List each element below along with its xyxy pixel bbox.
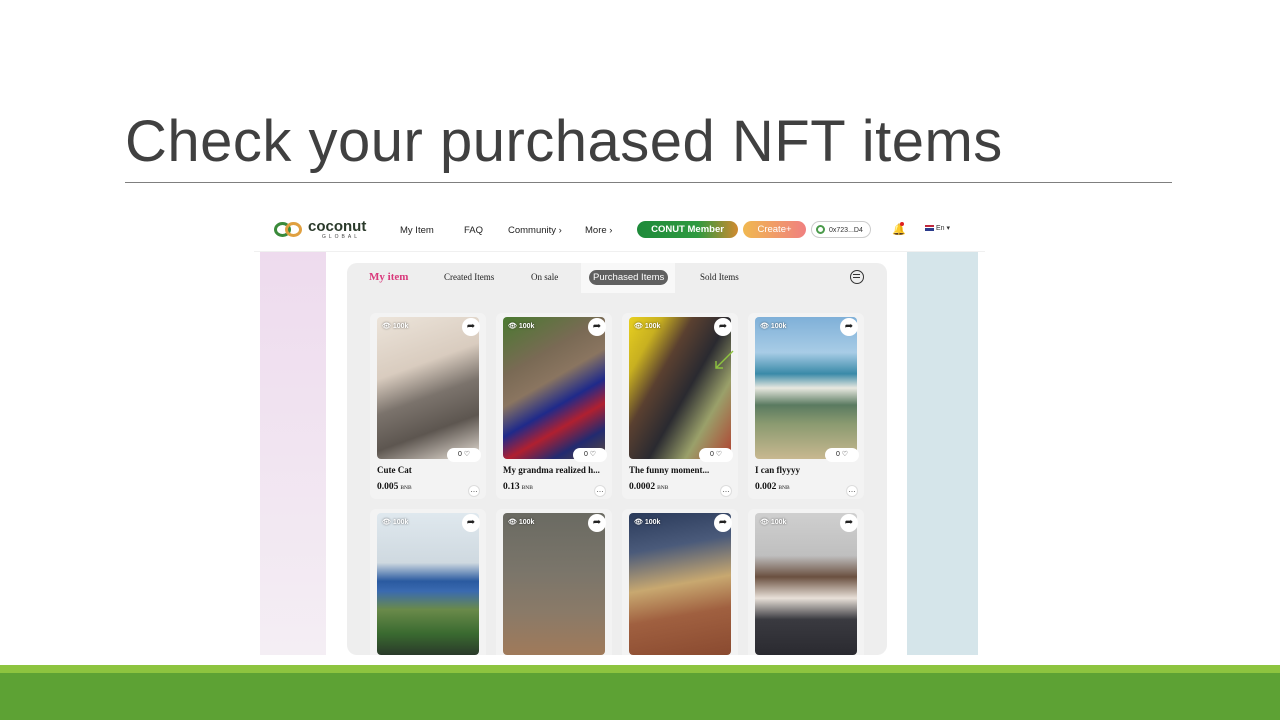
nav-more[interactable]: More › xyxy=(585,225,612,236)
views-count: 👁 100k xyxy=(760,323,787,330)
nft-card[interactable]: 👁 100k ➦ 0 ♡ My grandma realized h... 0.… xyxy=(496,313,612,499)
more-options-icon[interactable]: … xyxy=(846,485,858,497)
my-item-heading: My item xyxy=(369,271,409,283)
nft-price: 0.002 BNB xyxy=(755,482,790,492)
nft-thumbnail[interactable] xyxy=(503,317,605,459)
nft-name: Cute Cat xyxy=(377,465,412,475)
nft-thumbnail[interactable] xyxy=(755,513,857,655)
nav-faq[interactable]: FAQ xyxy=(464,225,483,236)
nft-thumbnail[interactable] xyxy=(377,513,479,655)
title-divider xyxy=(125,182,1172,183)
share-icon[interactable]: ➦ xyxy=(462,318,480,336)
my-item-panel: My item Created Items On sale Purchased … xyxy=(347,263,887,655)
nft-card[interactable]: 👁 100k ➦ xyxy=(622,509,738,655)
like-button[interactable]: 0 ♡ xyxy=(573,448,607,462)
page-background-left xyxy=(260,252,326,655)
nft-name: The funny moment... xyxy=(629,465,710,475)
slide-title: Check your purchased NFT items xyxy=(125,109,1003,174)
share-icon[interactable]: ➦ xyxy=(840,514,858,532)
tab-on-sale[interactable]: On sale xyxy=(531,272,558,282)
coconut-logo-icon xyxy=(274,220,304,240)
views-count: 👁 100k xyxy=(382,519,409,526)
nft-thumbnail[interactable] xyxy=(503,513,605,655)
footer-band xyxy=(0,673,1280,720)
logo-subtitle: GLOBAL xyxy=(322,234,361,240)
notification-badge xyxy=(900,222,904,226)
views-count: 👁 100k xyxy=(508,519,535,526)
nft-card[interactable]: 👁 100k ➦ xyxy=(370,509,486,655)
like-button[interactable]: 0 ♡ xyxy=(447,448,481,462)
top-navbar: coconut GLOBAL My Item FAQ Community › M… xyxy=(254,211,985,252)
app-screenshot: coconut GLOBAL My Item FAQ Community › M… xyxy=(254,211,985,655)
more-options-icon[interactable]: … xyxy=(594,485,606,497)
language-label: En ▾ xyxy=(936,225,951,232)
nft-thumbnail[interactable] xyxy=(377,317,479,459)
more-options-icon[interactable]: … xyxy=(468,485,480,497)
nft-price: 0.005 BNB xyxy=(377,482,412,492)
footer-band-accent xyxy=(0,665,1280,673)
nav-my-item[interactable]: My Item xyxy=(400,225,434,236)
views-count: 👁 100k xyxy=(382,323,409,330)
create-button[interactable]: Create+ xyxy=(743,221,806,238)
share-icon[interactable]: ➦ xyxy=(462,514,480,532)
share-icon[interactable]: ➦ xyxy=(588,318,606,336)
wallet-address-button[interactable]: 0x723...D4 xyxy=(811,221,871,238)
logo-wordmark: coconut xyxy=(308,218,367,235)
nft-name: I can flyyyy xyxy=(755,465,800,475)
share-icon[interactable]: ➦ xyxy=(588,514,606,532)
pointer-arrow-icon xyxy=(715,350,734,369)
views-count: 👁 100k xyxy=(634,323,661,330)
nft-thumbnail[interactable] xyxy=(629,317,731,459)
language-selector[interactable]: En ▾ xyxy=(925,224,950,232)
page-background-right xyxy=(907,252,978,655)
more-options-icon[interactable]: … xyxy=(720,485,732,497)
share-icon[interactable]: ➦ xyxy=(840,318,858,336)
tab-purchased-items[interactable]: Purchased Items xyxy=(589,270,669,285)
tab-created-items[interactable]: Created Items xyxy=(444,272,494,282)
nft-thumbnail[interactable] xyxy=(755,317,857,459)
wallet-address: 0x723...D4 xyxy=(829,227,863,234)
nav-community[interactable]: Community › xyxy=(508,225,562,236)
nft-card[interactable]: 👁 100k ➦ xyxy=(748,509,864,655)
wallet-icon xyxy=(816,225,825,234)
nft-price: 0.0002 BNB xyxy=(629,482,669,492)
nft-thumbnail[interactable] xyxy=(629,513,731,655)
nft-card[interactable]: 👁 100k ➦ 0 ♡ The funny moment... 0.0002 B… xyxy=(622,313,738,499)
views-count: 👁 100k xyxy=(634,519,661,526)
uk-flag-icon xyxy=(925,225,934,231)
conut-member-button[interactable]: CONUT Member xyxy=(637,221,738,238)
like-button[interactable]: 0 ♡ xyxy=(825,448,859,462)
item-tabs: My item Created Items On sale Purchased … xyxy=(347,263,887,293)
share-icon[interactable]: ➦ xyxy=(714,514,732,532)
tab-sold-items[interactable]: Sold Items xyxy=(700,272,739,282)
views-count: 👁 100k xyxy=(760,519,787,526)
nft-name: My grandma realized h... xyxy=(503,465,600,475)
nft-card[interactable]: 👁 100k ➦ xyxy=(496,509,612,655)
filter-icon[interactable] xyxy=(850,270,864,284)
share-icon[interactable]: ➦ xyxy=(714,318,732,336)
coconut-logo[interactable]: coconut GLOBAL xyxy=(274,219,366,240)
views-count: 👁 100k xyxy=(508,323,535,330)
nft-price: 0.13 BNB xyxy=(503,482,533,492)
nft-card[interactable]: 👁 100k ➦ 0 ♡ I can flyyyy 0.002 BNB … xyxy=(748,313,864,499)
like-button[interactable]: 0 ♡ xyxy=(699,448,733,462)
nft-card[interactable]: 👁 100k ➦ 0 ♡ Cute Cat 0.005 BNB … xyxy=(370,313,486,499)
